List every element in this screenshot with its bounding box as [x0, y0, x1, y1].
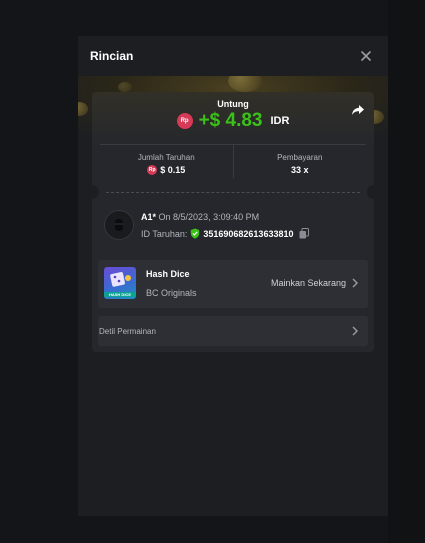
user-line: A1* On 8/5/2023, 3:09:40 PM — [141, 212, 259, 222]
close-icon — [361, 51, 371, 61]
share-icon — [352, 105, 364, 115]
avatar[interactable] — [104, 210, 134, 240]
bet-timestamp: On 8/5/2023, 3:09:40 PM — [158, 212, 260, 222]
bet-details-modal: Rincian Untung Rp +$ 4.83 IDR Jumlah Tar… — [78, 36, 388, 516]
hidden-user-icon — [114, 219, 124, 231]
game-card[interactable]: HASH DICE Hash Dice BC Originals Mainkan… — [98, 260, 368, 308]
payout-value: 33 x — [290, 165, 309, 175]
copy-icon[interactable] — [299, 228, 310, 239]
bet-info: A1* On 8/5/2023, 3:09:40 PM ID Taruhan: … — [104, 206, 362, 242]
close-button[interactable] — [358, 48, 374, 64]
profit-row: Rp +$ 4.83 IDR — [92, 110, 374, 132]
bet-amount-stat: Jumlah Taruhan Rp $ 0.15 — [100, 145, 233, 178]
game-name: Hash Dice — [146, 269, 190, 279]
rp-currency-icon: Rp — [176, 113, 193, 129]
ticket-notch-right — [367, 185, 381, 199]
ticket-divider — [106, 192, 360, 193]
verified-shield-icon — [191, 228, 200, 239]
bet-amount-label: Jumlah Taruhan — [137, 153, 195, 162]
hash-dice-thumbnail: HASH DICE — [104, 267, 136, 299]
game-details-label: Detil Permainan — [99, 326, 156, 336]
chevron-right-icon — [352, 278, 358, 288]
bet-id-label: ID Taruhan: — [141, 228, 188, 239]
bet-stats: Jumlah Taruhan Rp $ 0.15 Pembayaran 33 x — [100, 144, 366, 178]
play-now-label: Mainkan Sekarang — [270, 278, 346, 288]
bet-id-line: ID Taruhan: 351690682613633810 — [141, 228, 310, 239]
game-provider: BC Originals — [146, 288, 197, 298]
rp-currency-icon: Rp — [147, 165, 158, 175]
ticket-notch-left — [85, 185, 99, 199]
profit-value: +$ 4.83 — [198, 110, 263, 131]
profit-label: Untung — [217, 99, 249, 109]
modal-title: Rincian — [90, 49, 134, 63]
username[interactable]: A1* — [141, 212, 156, 222]
profit-currency: IDR — [270, 115, 290, 127]
bet-id-value: 351690682613633810 — [203, 228, 294, 239]
bet-card: Untung Rp +$ 4.83 IDR Jumlah Taruhan Rp … — [85, 92, 381, 352]
game-details-row[interactable]: Detil Permainan — [98, 316, 368, 346]
thumbnail-caption: HASH DICE — [104, 292, 136, 297]
bet-amount-value: $ 0.15 — [160, 165, 186, 175]
payout-label: Pembayaran — [277, 153, 323, 162]
background-strip — [388, 0, 425, 543]
modal-header: Rincian — [78, 36, 388, 76]
share-button[interactable] — [350, 102, 366, 118]
play-now-button[interactable]: Mainkan Sekarang — [271, 278, 358, 288]
chevron-right-icon — [352, 326, 358, 336]
payout-stat: Pembayaran 33 x — [232, 145, 367, 178]
